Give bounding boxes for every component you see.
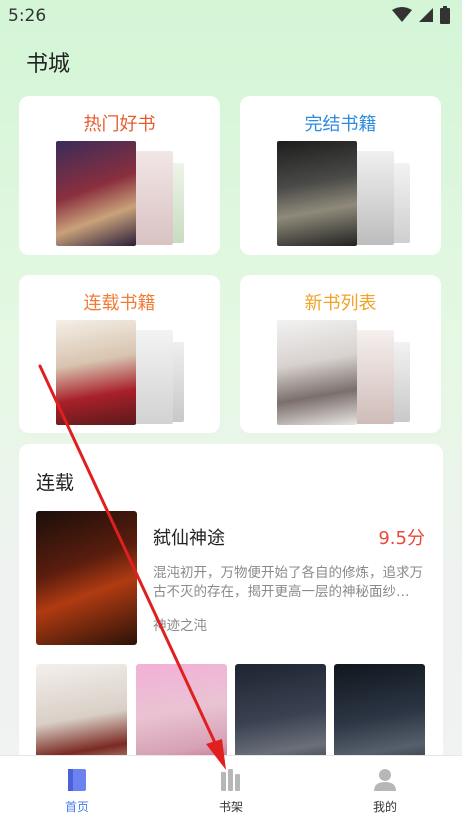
person-icon	[374, 769, 396, 791]
cover-stack	[240, 141, 441, 246]
status-bar: 5:26	[0, 0, 462, 32]
book-cover	[392, 342, 410, 422]
book-cover	[356, 330, 394, 424]
nav-item-profile[interactable]: 我的	[308, 756, 462, 824]
page-title: 书城	[26, 52, 71, 77]
book-cover	[135, 151, 173, 245]
featured-book-description: 混沌初开，万物便开始了各自的修炼，追求万古不灭的存在，揭开更高一层的神秘面纱…	[153, 565, 423, 600]
category-card-finished[interactable]: 完结书籍	[240, 96, 441, 255]
book-cover	[135, 330, 173, 424]
book-cover	[277, 141, 357, 246]
featured-book-cover[interactable]	[36, 511, 137, 645]
category-title-new: 新书列表	[304, 293, 377, 314]
signal-icon	[419, 8, 433, 22]
book-cover	[56, 320, 136, 425]
battery-icon	[440, 6, 450, 24]
cover-stack	[240, 320, 441, 425]
nav-label-home: 首页	[64, 800, 89, 814]
nav-label-profile: 我的	[372, 800, 397, 814]
featured-book-title[interactable]: 弑仙神途	[153, 524, 225, 550]
status-time: 5:26	[8, 6, 47, 26]
book-cover	[56, 141, 136, 246]
nav-item-home[interactable]: 首页	[0, 756, 154, 824]
wifi-icon	[392, 7, 412, 22]
status-icons	[392, 6, 450, 24]
category-card-new[interactable]: 新书列表	[240, 275, 441, 433]
featured-book-author: 神迹之沌	[153, 618, 207, 634]
nav-item-bookshelf[interactable]: 书架	[154, 756, 308, 824]
book-icon	[68, 769, 86, 791]
bookshelf-icon	[221, 769, 240, 791]
bottom-nav: 首页 书架 我的	[0, 755, 462, 824]
book-cover	[392, 163, 410, 243]
category-title-finished: 完结书籍	[304, 114, 377, 135]
serial-section: 连载 弑仙神途 9.5分 混沌初开，万物便开始了各自的修炼，追求万古不灭的存在，…	[19, 444, 443, 774]
cover-stack	[19, 320, 220, 425]
featured-book-score: 9.5分	[378, 528, 425, 549]
nav-label-bookshelf: 书架	[218, 800, 243, 814]
cover-stack	[19, 141, 220, 246]
category-title-serial: 连载书籍	[83, 293, 156, 314]
category-title-hot: 热门好书	[83, 114, 156, 135]
book-cover	[277, 320, 357, 425]
category-card-serial[interactable]: 连载书籍	[19, 275, 220, 433]
section-heading: 连载	[36, 472, 75, 494]
book-cover	[356, 151, 394, 245]
category-card-hot[interactable]: 热门好书	[19, 96, 220, 255]
